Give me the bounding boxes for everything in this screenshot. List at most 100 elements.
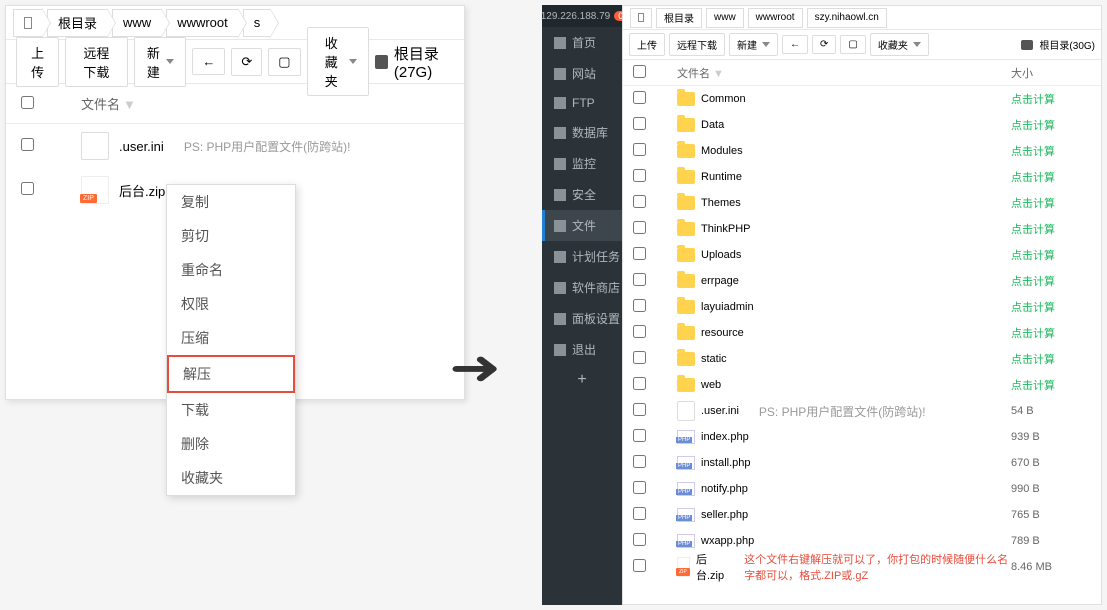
- file-row[interactable]: Themes 点击计算: [623, 190, 1101, 216]
- sidebar-item[interactable]: 退出: [542, 334, 622, 365]
- calc-size-link[interactable]: 点击计算: [1011, 172, 1055, 184]
- file-row[interactable]: errpage 点击计算: [623, 268, 1101, 294]
- row-checkbox[interactable]: [633, 169, 646, 182]
- terminal-button[interactable]: ▢: [268, 48, 300, 76]
- row-checkbox[interactable]: [633, 455, 646, 468]
- row-checkbox[interactable]: [633, 91, 646, 104]
- upload-button[interactable]: 上传: [16, 37, 59, 87]
- row-checkbox[interactable]: [633, 351, 646, 364]
- row-checkbox[interactable]: [633, 533, 646, 546]
- row-checkbox[interactable]: [633, 377, 646, 390]
- context-menu-item[interactable]: 权限: [167, 287, 295, 321]
- file-row[interactable]: PHPinstall.php 670 B: [623, 450, 1101, 476]
- sort-icon[interactable]: ▼: [123, 97, 136, 112]
- file-row[interactable]: static 点击计算: [623, 346, 1101, 372]
- calc-size-link[interactable]: 点击计算: [1011, 276, 1055, 288]
- row-checkbox[interactable]: [633, 221, 646, 234]
- breadcrumb-item[interactable]: wwwroot: [748, 8, 803, 28]
- row-checkbox[interactable]: [633, 273, 646, 286]
- sidebar-item[interactable]: 计划任务: [542, 241, 622, 272]
- file-row[interactable]: Runtime 点击计算: [623, 164, 1101, 190]
- calc-size-link[interactable]: 点击计算: [1011, 354, 1055, 366]
- row-checkbox[interactable]: [633, 403, 646, 416]
- row-checkbox[interactable]: [633, 247, 646, 260]
- terminal-button[interactable]: ▢: [840, 35, 865, 54]
- sidebar-item[interactable]: 数据库: [542, 117, 622, 148]
- sidebar-item[interactable]: 网站: [542, 58, 622, 89]
- file-row[interactable]: web 点击计算: [623, 372, 1101, 398]
- context-menu-item[interactable]: 删除: [167, 427, 295, 461]
- file-row[interactable]: resource 点击计算: [623, 320, 1101, 346]
- refresh-button[interactable]: ⟳: [812, 35, 836, 54]
- breadcrumb-home[interactable]: [13, 9, 43, 37]
- favorites-button[interactable]: 收藏夹: [870, 33, 929, 56]
- row-checkbox[interactable]: [633, 507, 646, 520]
- row-checkbox[interactable]: [633, 325, 646, 338]
- file-row[interactable]: Modules 点击计算: [623, 138, 1101, 164]
- upload-button[interactable]: 上传: [629, 33, 665, 56]
- breadcrumb-item[interactable]: s: [243, 9, 272, 37]
- calc-size-link[interactable]: 点击计算: [1011, 250, 1055, 262]
- row-checkbox[interactable]: [21, 182, 34, 195]
- breadcrumb-item[interactable]: 根目录: [656, 8, 702, 28]
- sidebar-item[interactable]: FTP: [542, 89, 622, 117]
- select-all-checkbox[interactable]: [21, 96, 34, 109]
- sort-icon[interactable]: ▼: [713, 68, 724, 80]
- remote-download-button[interactable]: 远程下载: [65, 37, 127, 87]
- sidebar-item[interactable]: 安全: [542, 179, 622, 210]
- context-menu-item[interactable]: 重命名: [167, 253, 295, 287]
- select-all-checkbox[interactable]: [633, 65, 646, 78]
- context-menu-item[interactable]: 剪切: [167, 219, 295, 253]
- row-checkbox[interactable]: [21, 138, 34, 151]
- calc-size-link[interactable]: 点击计算: [1011, 224, 1055, 236]
- row-checkbox[interactable]: [633, 429, 646, 442]
- file-row[interactable]: PHPnotify.php 990 B: [623, 476, 1101, 502]
- breadcrumb-item[interactable]: www: [706, 8, 744, 28]
- context-menu-item[interactable]: 压缩: [167, 321, 295, 355]
- breadcrumb-item[interactable]: szy.nihaowl.cn: [807, 8, 887, 28]
- calc-size-link[interactable]: 点击计算: [1011, 198, 1055, 210]
- row-checkbox[interactable]: [633, 143, 646, 156]
- file-row[interactable]: Data 点击计算: [623, 112, 1101, 138]
- back-button[interactable]: ←: [782, 35, 808, 54]
- file-row[interactable]: Uploads 点击计算: [623, 242, 1101, 268]
- sidebar-item[interactable]: 文件: [542, 210, 622, 241]
- breadcrumb-item[interactable]: www: [112, 9, 162, 37]
- row-checkbox[interactable]: [633, 117, 646, 130]
- calc-size-link[interactable]: 点击计算: [1011, 302, 1055, 314]
- calc-size-link[interactable]: 点击计算: [1011, 120, 1055, 132]
- calc-size-link[interactable]: 点击计算: [1011, 94, 1055, 106]
- file-row[interactable]: ZIP后台.zip这个文件右键解压就可以了，你打包的时候随便什么名字都可以，格式…: [623, 554, 1101, 580]
- sidebar-item[interactable]: 首页: [542, 27, 622, 58]
- file-row[interactable]: .user.iniPS: PHP用户配置文件(防跨站)!: [6, 124, 464, 168]
- sidebar-item[interactable]: 面板设置: [542, 303, 622, 334]
- breadcrumb-home[interactable]: [630, 8, 652, 28]
- remote-download-button[interactable]: 远程下载: [669, 33, 725, 56]
- calc-size-link[interactable]: 点击计算: [1011, 380, 1055, 392]
- sidebar-item[interactable]: 软件商店: [542, 272, 622, 303]
- refresh-button[interactable]: ⟳: [231, 48, 262, 76]
- context-menu-item[interactable]: 复制: [167, 185, 295, 219]
- row-checkbox[interactable]: [633, 299, 646, 312]
- context-menu-item[interactable]: 收藏夹: [167, 461, 295, 495]
- sidebar-item[interactable]: 监控: [542, 148, 622, 179]
- sidebar-add-button[interactable]: +: [542, 365, 622, 395]
- calc-size-link[interactable]: 点击计算: [1011, 146, 1055, 158]
- file-row[interactable]: PHPindex.php 939 B: [623, 424, 1101, 450]
- file-row[interactable]: PHPseller.php 765 B: [623, 502, 1101, 528]
- breadcrumb-item[interactable]: 根目录: [47, 9, 108, 37]
- file-row[interactable]: ThinkPHP 点击计算: [623, 216, 1101, 242]
- file-row[interactable]: Common 点击计算: [623, 86, 1101, 112]
- file-row[interactable]: .user.iniPS: PHP用户配置文件(防跨站)! 54 B: [623, 398, 1101, 424]
- calc-size-link[interactable]: 点击计算: [1011, 328, 1055, 340]
- file-row[interactable]: layuiadmin 点击计算: [623, 294, 1101, 320]
- favorites-button[interactable]: 收藏夹: [307, 27, 369, 96]
- back-button[interactable]: ←: [192, 48, 225, 75]
- row-checkbox[interactable]: [633, 481, 646, 494]
- new-button[interactable]: 新建: [134, 37, 187, 87]
- row-checkbox[interactable]: [633, 559, 646, 572]
- context-menu-item[interactable]: 解压: [167, 355, 295, 393]
- row-checkbox[interactable]: [633, 195, 646, 208]
- breadcrumb-item[interactable]: wwwroot: [166, 9, 239, 37]
- new-button[interactable]: 新建: [729, 33, 778, 56]
